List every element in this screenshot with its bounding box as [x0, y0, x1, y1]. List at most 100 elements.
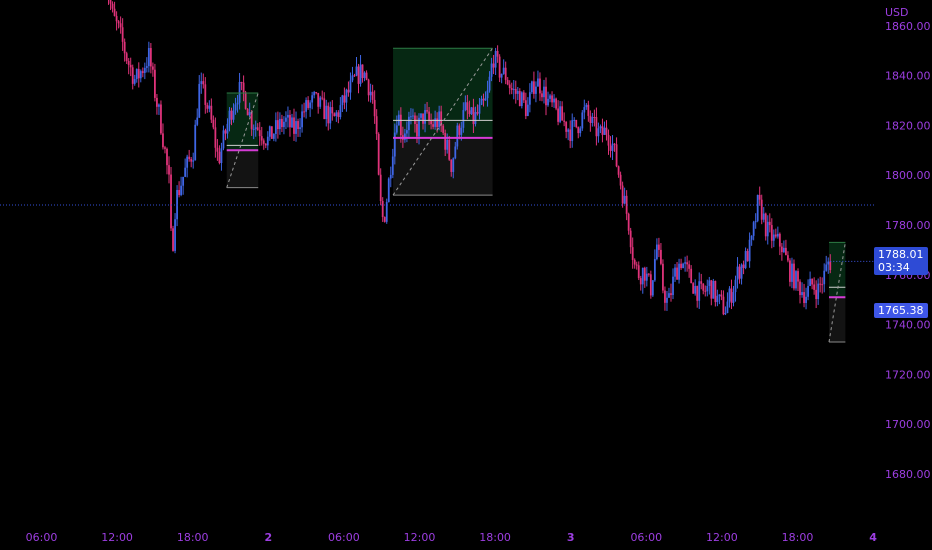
candle-body	[649, 274, 652, 296]
candle-body	[131, 67, 134, 84]
candle-body	[367, 79, 370, 96]
candle-body	[242, 82, 245, 93]
candle-body	[502, 67, 505, 74]
candle-body	[238, 82, 241, 103]
candle-body	[617, 166, 620, 175]
candle-body	[766, 221, 769, 237]
candle-body	[537, 78, 539, 87]
candle-body	[776, 233, 779, 237]
candle-body	[448, 139, 451, 160]
candle-body	[631, 247, 634, 260]
candle-body	[303, 111, 305, 113]
candle-body	[406, 130, 408, 134]
candle-body	[539, 78, 541, 94]
candle-body	[416, 123, 418, 137]
price-tick-label: 1860.00	[885, 20, 931, 33]
candle-body	[535, 86, 537, 94]
candle-body	[764, 213, 767, 237]
candle-body	[184, 167, 187, 177]
candle-body	[375, 116, 378, 134]
candle-body	[575, 119, 578, 127]
candle-body	[799, 281, 801, 296]
stop-zone	[226, 150, 259, 188]
candle-body	[545, 86, 547, 106]
candle-body	[551, 95, 553, 103]
candle-body	[516, 91, 519, 94]
candle-body	[680, 263, 682, 269]
candle-body	[676, 267, 678, 280]
candle-body	[248, 112, 251, 116]
candle-body	[633, 259, 636, 265]
candle-body	[468, 110, 471, 114]
candle-body	[623, 195, 626, 204]
candle-body	[734, 279, 737, 293]
candle-body	[160, 104, 162, 134]
candle-body	[119, 23, 122, 28]
candle-body	[135, 68, 138, 80]
price-axis[interactable]: 1680.001700.001720.001740.001760.001780.…	[885, 0, 931, 481]
candle-body	[774, 234, 777, 237]
candle-body	[337, 112, 340, 118]
price-tick-label: 1820.00	[885, 119, 931, 132]
time-tick-label: 18:00	[479, 531, 511, 544]
candle-body	[496, 50, 499, 57]
candle-body	[426, 110, 428, 112]
candle-body	[186, 156, 189, 168]
candle-body	[476, 112, 479, 114]
candle-body	[565, 121, 568, 132]
candle-body	[234, 104, 237, 111]
candle-body	[573, 119, 576, 121]
candle-body	[266, 136, 269, 146]
candle-body	[373, 99, 376, 117]
candle-body	[474, 112, 477, 125]
candle-body	[819, 283, 822, 285]
candle-body	[149, 48, 152, 67]
candle-body	[686, 262, 689, 265]
price-tick-label: 1780.00	[885, 219, 931, 232]
candle-body	[752, 222, 755, 236]
candle-body	[272, 133, 275, 139]
candle-body	[593, 116, 596, 118]
candle-body	[526, 104, 529, 117]
candle-body	[182, 176, 185, 186]
candle-body	[274, 120, 277, 134]
candle-body	[732, 292, 735, 303]
time-tick-label: 18:00	[177, 531, 209, 544]
candle-body	[391, 156, 394, 175]
candle-body	[684, 262, 687, 264]
candle-body	[156, 97, 158, 107]
candle-body	[226, 123, 229, 134]
candle-body	[700, 281, 703, 284]
candle-body	[524, 100, 527, 117]
candle-body	[158, 104, 160, 107]
candle-body	[283, 121, 285, 128]
candle-body	[611, 143, 614, 151]
candle-body	[444, 132, 447, 150]
candle-body	[668, 293, 670, 298]
candle-body	[188, 156, 191, 160]
candle-body	[708, 280, 711, 286]
candle-body	[811, 278, 814, 285]
candle-body	[609, 145, 612, 151]
candle-body	[383, 217, 386, 222]
time-axis[interactable]: 06:00 12:00 18:00 2 06:00 12:00 18:00 3 06:00 12:…	[26, 531, 878, 544]
candle-body	[494, 50, 497, 68]
candle-body	[601, 126, 604, 135]
price-tick-label: 1840.00	[885, 70, 931, 83]
candle-body	[813, 284, 816, 290]
candle-body	[327, 105, 330, 124]
candle-body	[339, 105, 342, 118]
price-tick-label: 1720.00	[885, 368, 931, 381]
crosshair-price-tag: 1788.01 03:34	[874, 247, 928, 275]
candle-body	[428, 111, 430, 122]
candle-body	[420, 113, 422, 118]
candle-body	[430, 121, 432, 125]
candle-body	[369, 91, 372, 96]
candle-body	[363, 72, 366, 78]
candle-body	[389, 174, 392, 179]
time-tick-label: 12:00	[101, 531, 133, 544]
candle-body	[472, 107, 475, 125]
candle-body	[174, 219, 176, 251]
candle-body	[319, 97, 322, 107]
price-chart[interactable]: 1680.001700.001720.001740.001760.001780.…	[0, 0, 932, 550]
